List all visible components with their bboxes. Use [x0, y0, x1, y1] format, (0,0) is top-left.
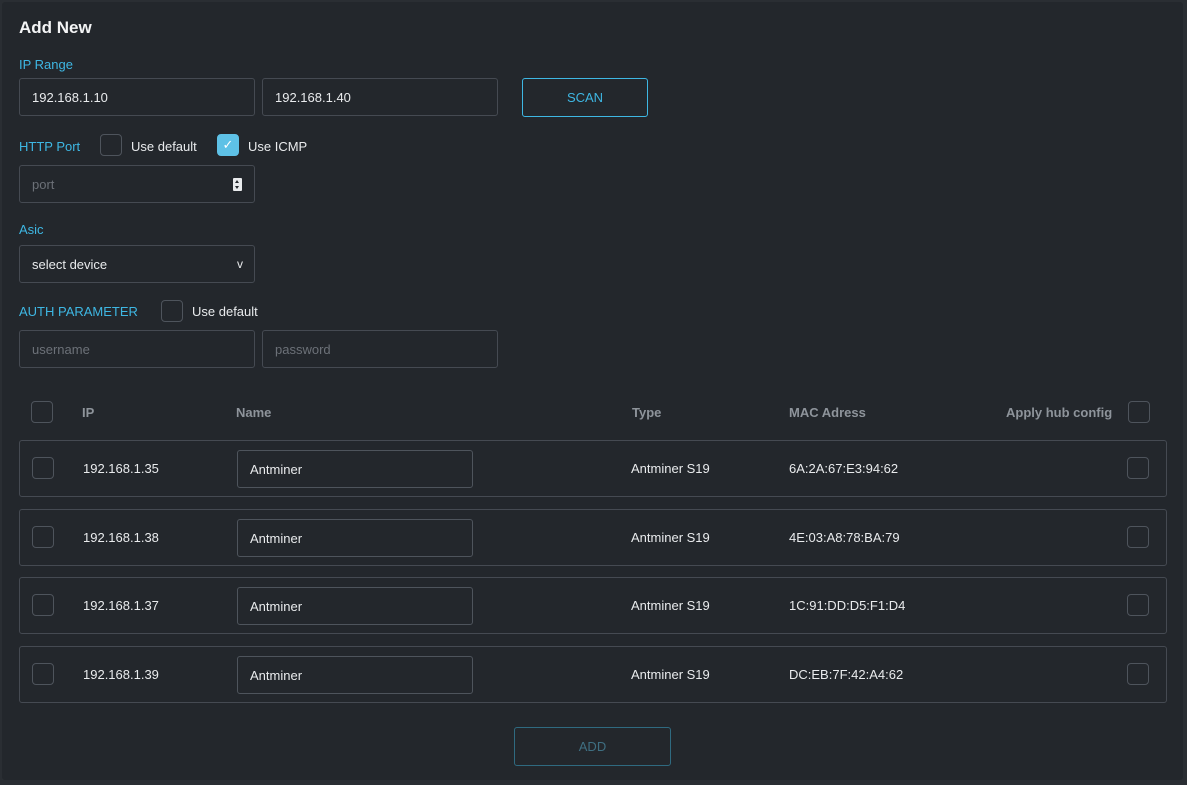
row-name-input[interactable]: Antminer	[237, 656, 473, 694]
row-name-input[interactable]: Antminer	[237, 587, 473, 625]
row-select-checkbox[interactable]	[32, 526, 54, 548]
port-placeholder: port	[32, 176, 55, 192]
auth-use-default-label: Use default	[192, 304, 258, 319]
column-header-type: Type	[632, 405, 662, 420]
row-ip: 192.168.1.35	[83, 461, 159, 476]
add-new-panel: Add New IP Range 192.168.1.10 192.168.1.…	[2, 2, 1183, 780]
username-input[interactable]: username	[19, 330, 255, 368]
column-header-apply-hub-config: Apply hub config	[1006, 405, 1113, 420]
add-button[interactable]: ADD	[514, 727, 671, 766]
row-mac: DC:EB:7F:42:A4:62	[789, 667, 904, 682]
spinner-icon[interactable]	[233, 178, 242, 191]
table-row: 192.168.1.37 Antminer Antminer S19 1C:91…	[19, 577, 1167, 634]
column-header-ip: IP	[82, 405, 95, 420]
page-title: Add New	[19, 18, 92, 37]
asic-selected-value: select device	[32, 256, 108, 272]
row-apply-checkbox[interactable]	[1127, 526, 1149, 548]
select-all-checkbox[interactable]	[31, 401, 53, 423]
http-port-use-default-checkbox[interactable]	[100, 134, 122, 156]
row-ip: 192.168.1.39	[83, 667, 159, 682]
table-row: 192.168.1.35 Antminer Antminer S19 6A:2A…	[19, 440, 1167, 497]
row-select-checkbox[interactable]	[32, 457, 54, 479]
apply-all-checkbox[interactable]	[1128, 401, 1150, 423]
table-row: 192.168.1.38 Antminer Antminer S19 4E:03…	[19, 509, 1167, 566]
port-input[interactable]: port	[19, 165, 255, 203]
column-header-name: Name	[236, 405, 272, 420]
use-icmp-checkbox[interactable]: ✓	[217, 134, 239, 156]
row-ip: 192.168.1.37	[83, 598, 159, 613]
row-apply-checkbox[interactable]	[1127, 594, 1149, 616]
row-type: Antminer S19	[631, 598, 710, 613]
row-mac: 1C:91:DD:D5:F1:D4	[789, 598, 906, 613]
row-name-input[interactable]: Antminer	[237, 519, 473, 557]
row-mac: 6A:2A:67:E3:94:62	[789, 461, 899, 476]
row-apply-checkbox[interactable]	[1127, 663, 1149, 685]
row-apply-checkbox[interactable]	[1127, 457, 1149, 479]
table-row: 192.168.1.39 Antminer Antminer S19 DC:EB…	[19, 646, 1167, 703]
row-name-input[interactable]: Antminer	[237, 450, 473, 488]
row-ip: 192.168.1.38	[83, 530, 159, 545]
row-type: Antminer S19	[631, 530, 710, 545]
scan-button[interactable]: SCAN	[522, 78, 648, 117]
password-input[interactable]: password	[262, 330, 498, 368]
row-type: Antminer S19	[631, 461, 710, 476]
http-port-use-default-label: Use default	[131, 139, 197, 154]
row-mac: 4E:03:A8:78:BA:79	[789, 530, 900, 545]
asic-label: Asic	[19, 222, 44, 237]
auth-parameter-label: AUTH PARAMETER	[19, 304, 138, 319]
ip-start-input[interactable]: 192.168.1.10	[19, 78, 255, 116]
http-port-label: HTTP Port	[19, 139, 81, 154]
row-select-checkbox[interactable]	[32, 594, 54, 616]
row-type: Antminer S19	[631, 667, 710, 682]
chevron-down-icon: v	[237, 257, 243, 271]
ip-end-input[interactable]: 192.168.1.40	[262, 78, 498, 116]
column-header-mac: MAC Adress	[789, 405, 866, 420]
use-icmp-label: Use ICMP	[248, 139, 308, 154]
ip-range-label: IP Range	[19, 57, 73, 72]
auth-use-default-checkbox[interactable]	[161, 300, 183, 322]
asic-select[interactable]: select device v	[19, 245, 255, 283]
check-icon: ✓	[222, 137, 234, 152]
row-select-checkbox[interactable]	[32, 663, 54, 685]
